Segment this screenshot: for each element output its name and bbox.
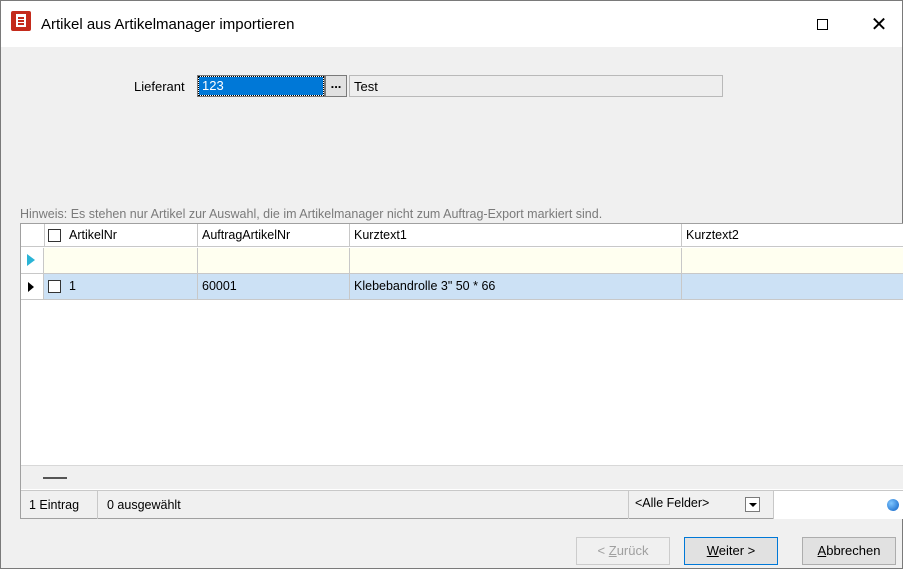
article-grid: ArtikelNr AuftragArtikelNr Kurztext1 Kur… [20,223,903,519]
table-row[interactable]: 1 60001 Klebebandrolle 3" 50 * 66 [21,274,903,300]
new-row[interactable] [21,248,903,274]
back-accel: Z [608,543,617,558]
window-title: Artikel aus Artikelmanager importieren [41,16,295,33]
maximize-icon [816,18,828,30]
next-button[interactable]: Weiter > [684,537,778,565]
cell-kurztext1[interactable]: Klebebandrolle 3" 50 * 66 [350,274,682,299]
back-prefix: < [597,543,609,558]
col-header-kurztext1[interactable]: Kurztext1 [350,224,682,246]
supplier-name-field: Test [349,75,723,97]
collapse-dash-icon[interactable] [43,477,67,479]
close-button[interactable]: ✕ [856,1,902,47]
entry-count: 1 Eintrag [21,491,98,519]
cell-auftragartikelnr[interactable]: 60001 [198,274,350,299]
next-rest: eiter > [718,543,756,558]
selected-count: 0 ausgewählt [107,498,181,512]
title-bar: Artikel aus Artikelmanager importieren ✕ [1,1,902,47]
search-input[interactable] [773,491,903,519]
new-row-arrow-icon [27,254,35,266]
back-rest: urück [616,543,649,558]
field-filter-dropdown-button[interactable] [745,497,760,512]
hint-text: Hinweis: Es stehen nur Artikel zur Auswa… [20,207,603,221]
next-accel: W [706,543,719,558]
cell-kurztext2[interactable] [682,274,903,299]
col-header-artikelnr[interactable]: ArtikelNr [65,224,198,246]
status-bar: 1 Eintrag 0 ausgewählt <Alle Felder> [21,490,903,519]
row-indicator [21,274,44,299]
select-all-checkbox[interactable] [48,229,61,242]
grid-summary-bar [21,465,903,489]
new-row-cell-artikelnr[interactable] [45,248,198,273]
cancel-accel: A [817,543,827,558]
lieferant-input[interactable]: 123 [197,75,325,97]
new-row-indicator [21,248,44,273]
new-row-cell-kurztext2[interactable] [682,248,903,273]
current-row-arrow-icon [28,282,34,292]
back-button[interactable]: < Zurück [576,537,670,565]
maximize-button[interactable] [799,1,845,47]
cell-artikelnr[interactable]: 1 [65,274,198,299]
grid-header: ArtikelNr AuftragArtikelNr Kurztext1 Kur… [21,224,903,247]
import-dialog: Artikel aus Artikelmanager importieren ✕… [0,0,903,569]
col-header-kurztext2[interactable]: Kurztext2 [682,224,903,246]
row-checkbox[interactable] [48,280,61,293]
cancel-rest: bbrechen [826,543,881,558]
new-row-cell-auftragartikelnr[interactable] [198,248,350,273]
col-header-auftragartikelnr[interactable]: AuftragArtikelNr [198,224,350,246]
lieferant-label: Lieferant [134,79,185,94]
app-icon [11,11,31,31]
header-indicator-cell [21,224,45,246]
lieferant-value: 123 [198,76,324,96]
new-row-cell-kurztext1[interactable] [350,248,682,273]
cancel-button[interactable]: Abbrechen [802,537,896,565]
lieferant-browse-button[interactable]: ... [325,75,347,97]
search-globe-icon[interactable] [887,499,899,511]
